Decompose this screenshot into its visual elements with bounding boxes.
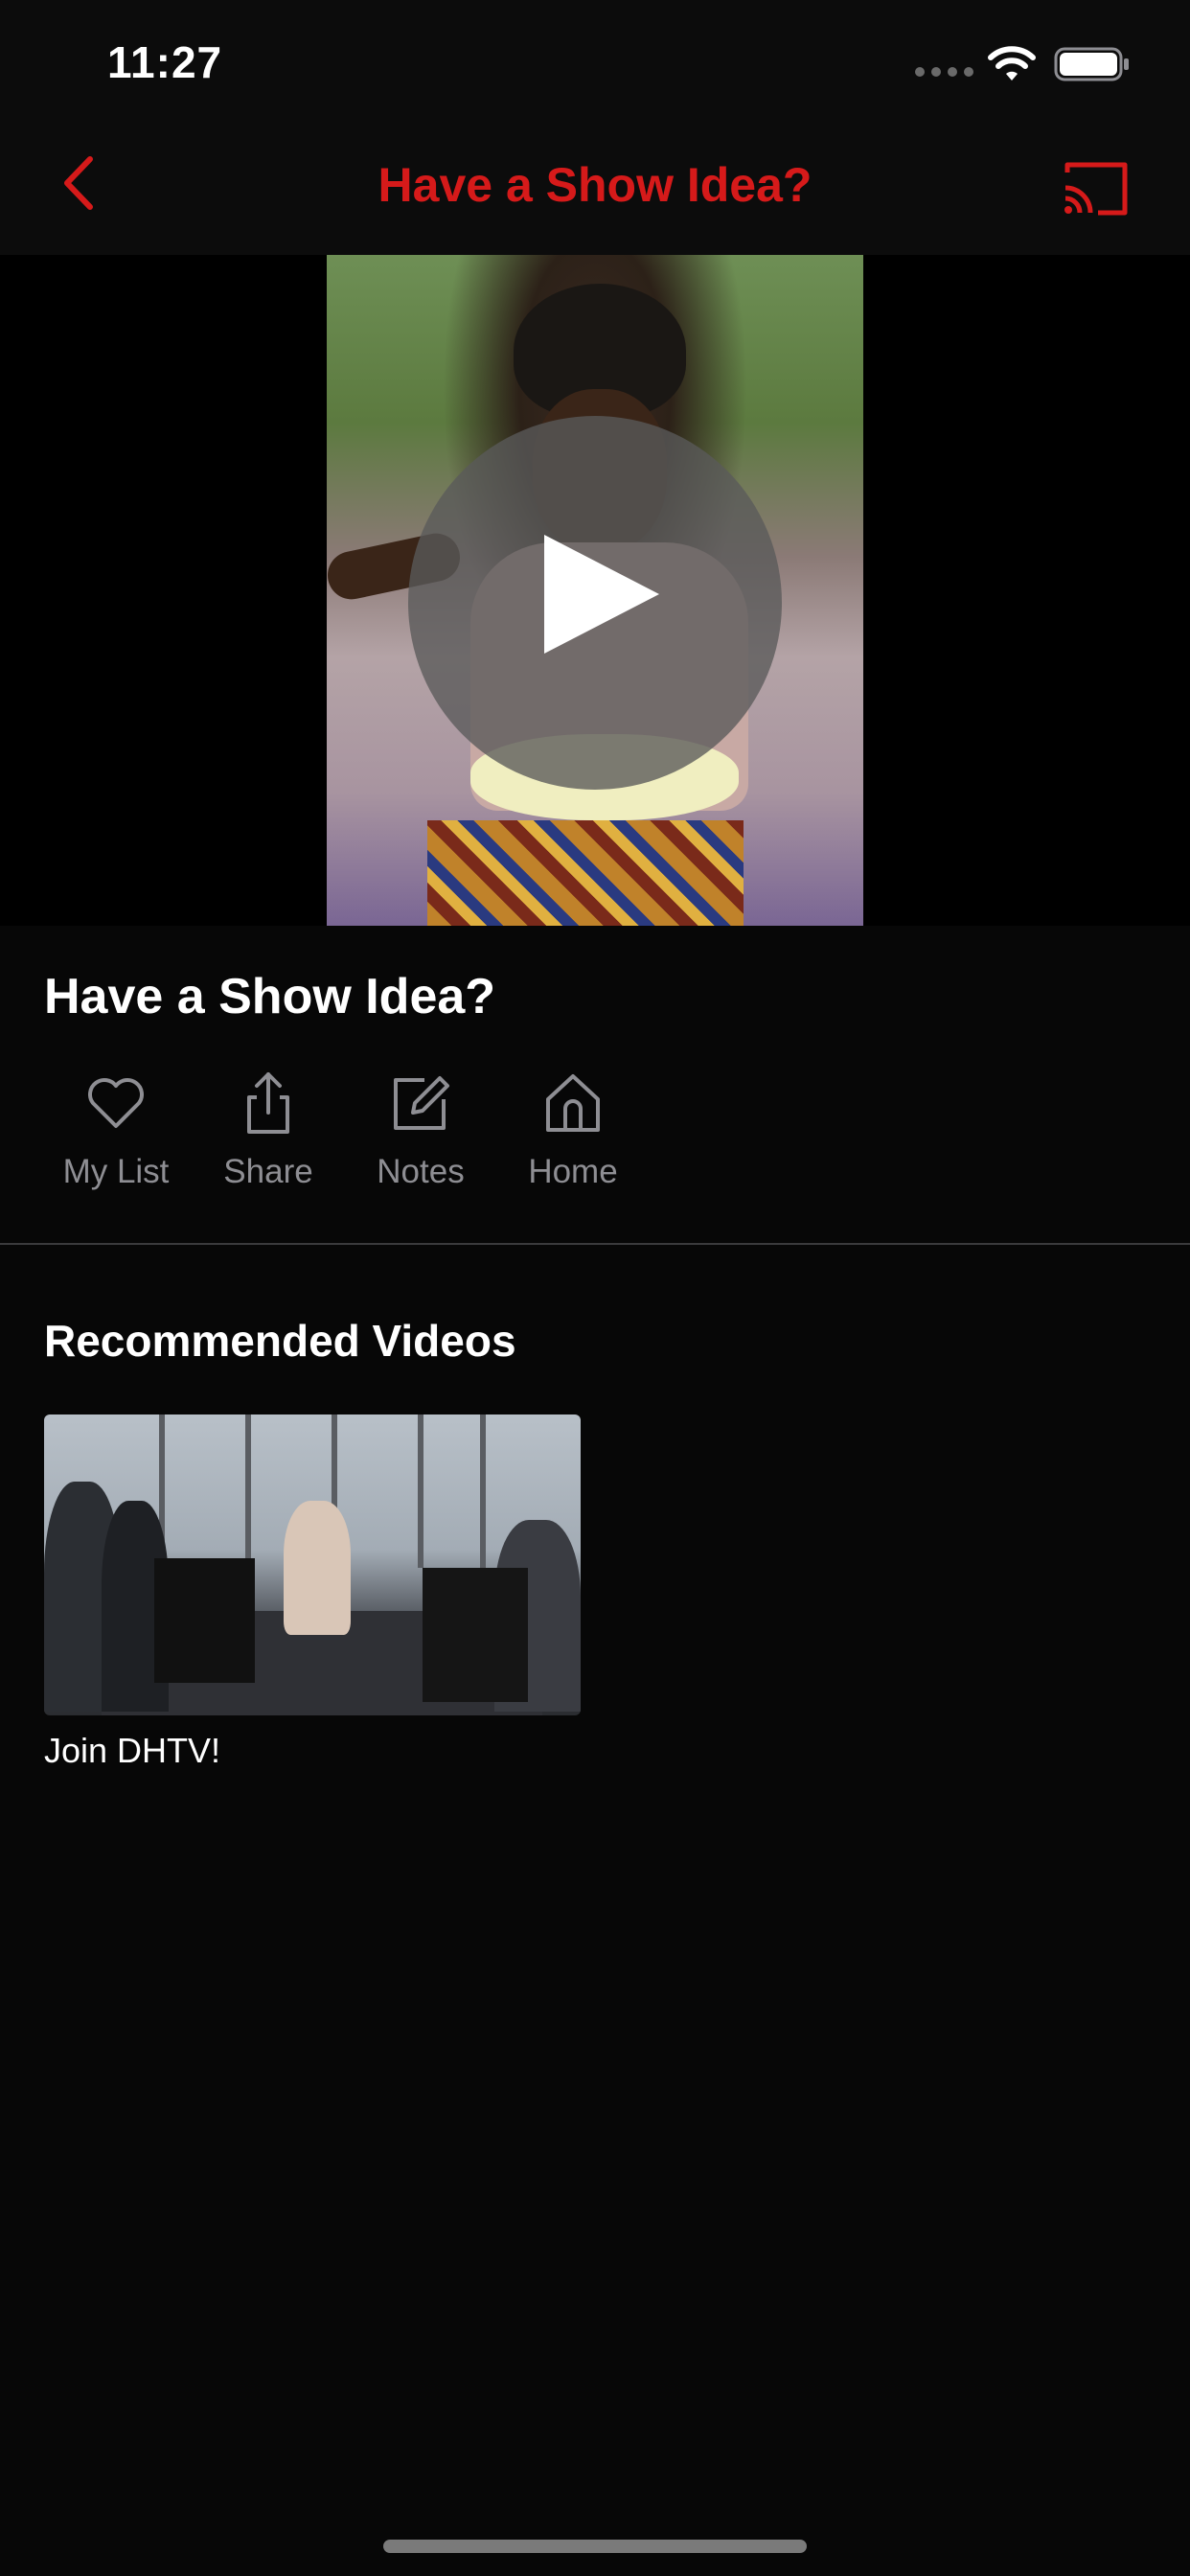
status-bar: 11:27 <box>0 0 1190 128</box>
edit-icon <box>394 1076 449 1130</box>
share-button[interactable]: Share <box>196 1069 340 1191</box>
home-button[interactable]: Home <box>501 1069 645 1191</box>
cast-icon[interactable] <box>1062 159 1131 218</box>
home-indicator[interactable] <box>383 2540 807 2553</box>
notes-label: Notes <box>377 1153 465 1190</box>
home-label: Home <box>528 1153 618 1190</box>
video-player[interactable] <box>0 255 1190 926</box>
divider <box>0 1243 1190 1245</box>
page-title: Have a Show Idea? <box>378 158 812 212</box>
share-icon <box>247 1072 289 1134</box>
status-time: 11:27 <box>107 37 223 87</box>
video-title: Have a Show Idea? <box>44 969 496 1024</box>
play-icon <box>544 535 659 654</box>
recommended-video-card[interactable]: Join DHTV! <box>44 1414 581 1771</box>
recommended-video-title: Join DHTV! <box>44 1731 221 1770</box>
wifi-icon <box>988 46 1036 80</box>
my-list-label: My List <box>62 1153 170 1190</box>
battery-icon <box>1054 47 1129 81</box>
home-icon <box>546 1074 600 1132</box>
recommended-heading: Recommended Videos <box>44 1316 516 1366</box>
my-list-button[interactable]: My List <box>44 1069 188 1191</box>
nav-bar: Have a Show Idea? <box>0 128 1190 255</box>
recommended-video-thumbnail[interactable] <box>44 1414 581 1715</box>
share-label: Share <box>223 1153 313 1190</box>
notes-button[interactable]: Notes <box>349 1069 492 1191</box>
heart-icon <box>88 1078 144 1128</box>
signal-icon <box>915 67 973 77</box>
